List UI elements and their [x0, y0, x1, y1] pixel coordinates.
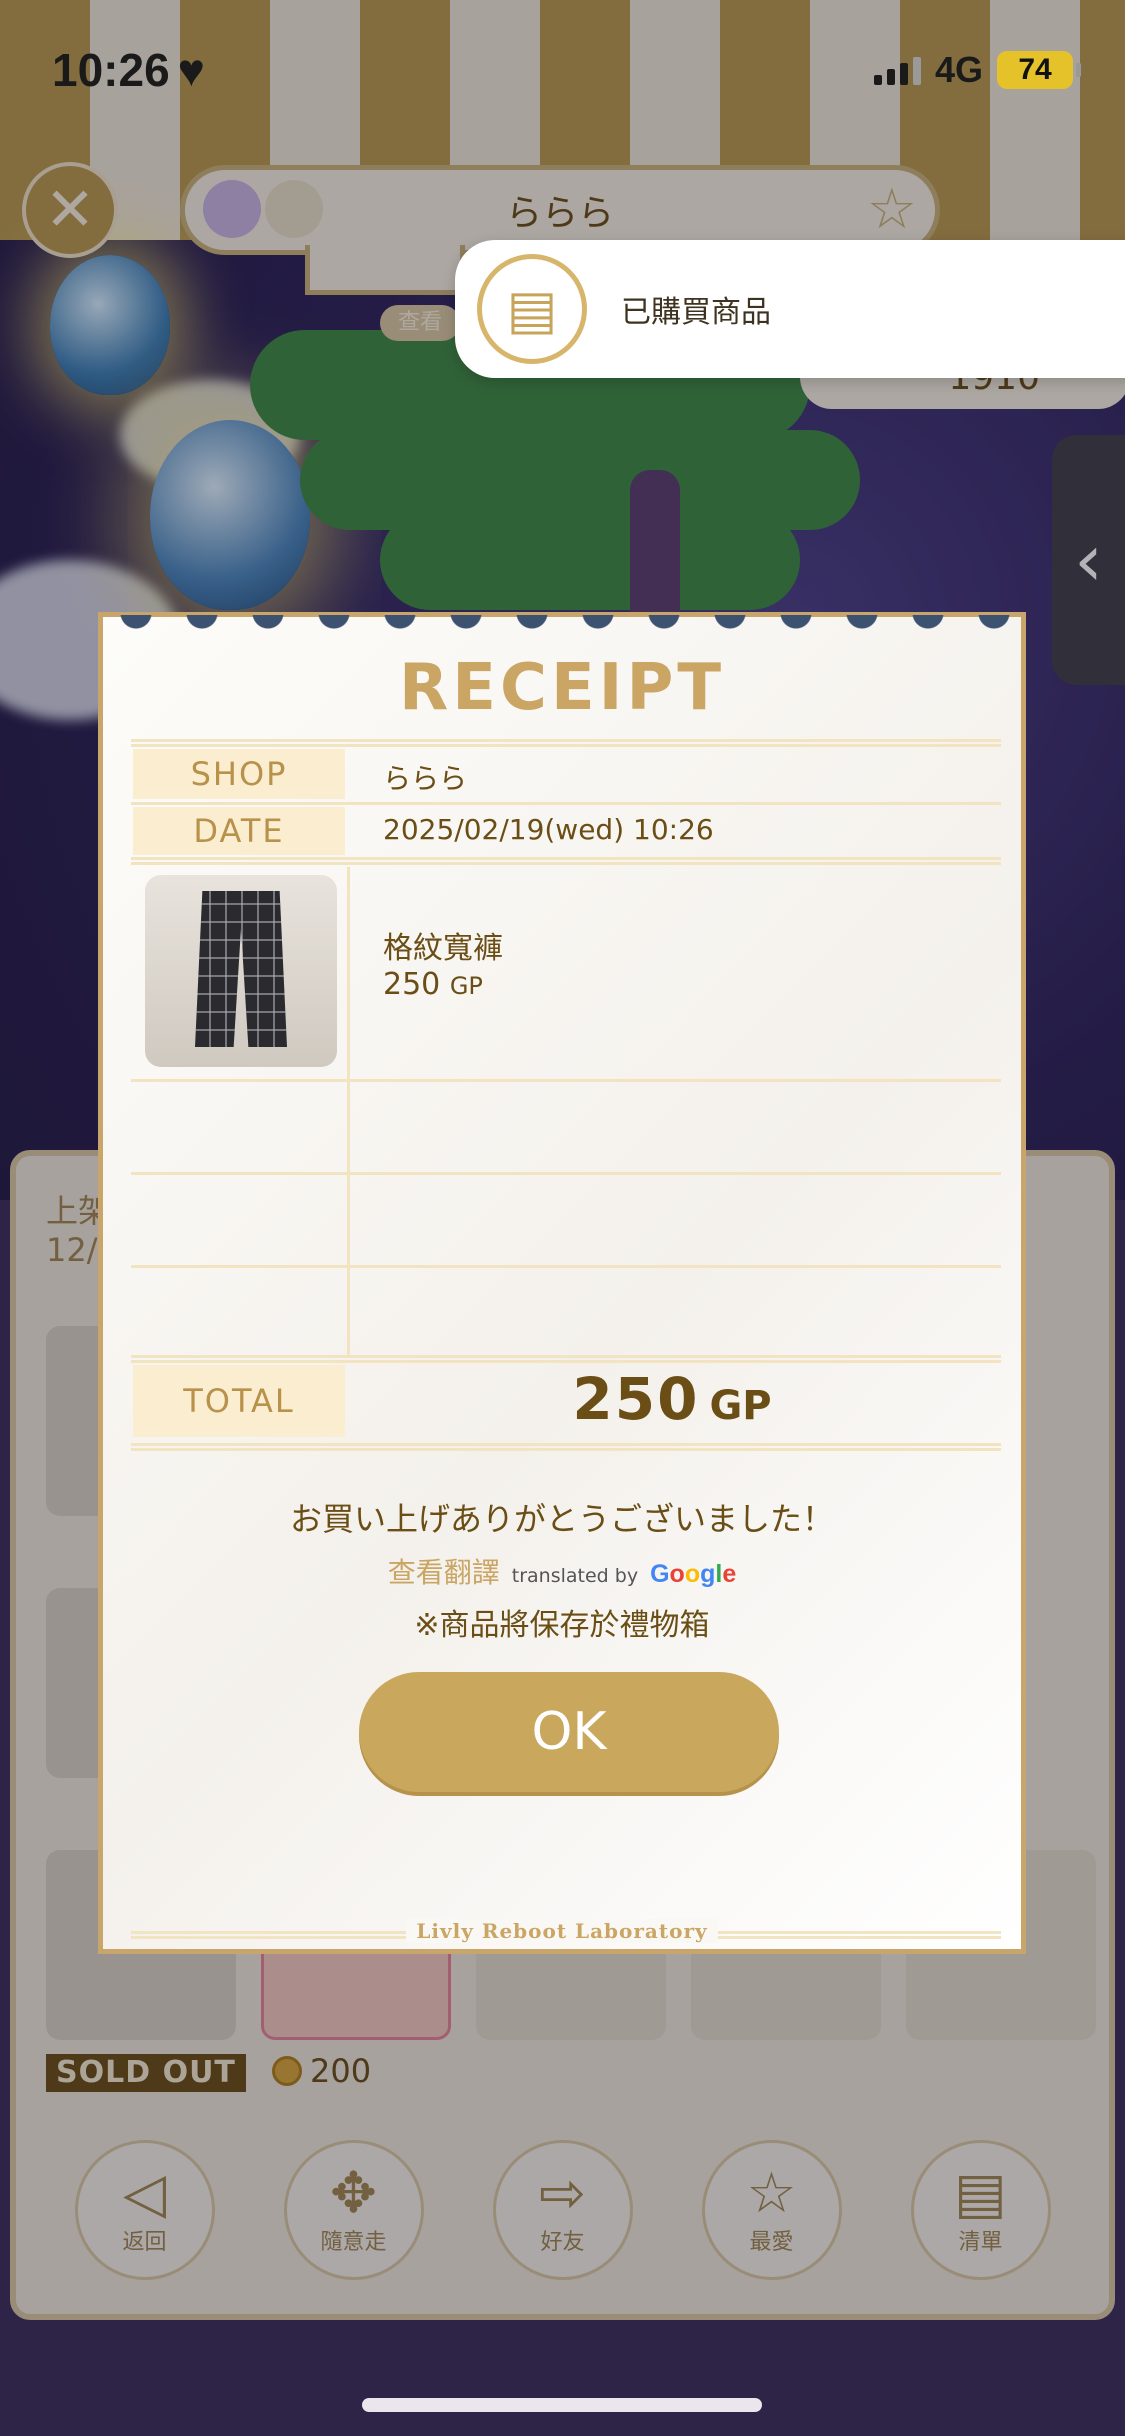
divider	[131, 1355, 1001, 1363]
date-value: 2025/02/19(wed) 10:26	[383, 813, 714, 846]
divider	[131, 857, 1001, 865]
item-name: 格紋寬褲	[383, 931, 503, 966]
column-divider	[347, 867, 350, 1357]
battery-level: 74	[1018, 53, 1052, 86]
clock-text: 10:26	[52, 44, 170, 96]
item-price-line: 250 GP	[383, 967, 483, 1002]
total-unit: GP	[709, 1383, 772, 1429]
divider	[131, 1265, 1001, 1268]
total-value: 250	[572, 1365, 700, 1433]
item-price-value: 250	[383, 967, 441, 1002]
receipt-icon: ▤	[477, 254, 587, 364]
thank-you-message: お買い上げありがとうございました！	[289, 1500, 834, 1538]
brand-text: Livly Reboot Laboratory	[406, 1919, 718, 1943]
toast-message: 已購買商品	[621, 295, 771, 330]
home-indicator[interactable]	[362, 2398, 762, 2412]
item-price-unit: GP	[449, 972, 483, 1000]
google-logo: Google	[650, 1560, 737, 1588]
status-time: 10:26 ♥	[52, 43, 205, 97]
receipt-title: RECEIPT	[398, 651, 726, 725]
view-translation-link[interactable]: 查看翻譯	[388, 1551, 500, 1591]
plaid-pants-image	[195, 891, 287, 1047]
network-type: 4G	[934, 49, 983, 90]
item-thumbnail	[145, 875, 337, 1067]
receipt-scalloped-edge	[103, 615, 1021, 645]
heart-icon: ♥	[177, 44, 205, 96]
ok-button[interactable]: OK	[359, 1672, 779, 1792]
divider	[131, 739, 1001, 747]
divider	[131, 1172, 1001, 1175]
status-bar: 10:26 ♥ 4G 74	[0, 0, 1125, 140]
divider	[131, 1079, 1001, 1082]
divider	[131, 1443, 1001, 1451]
gift-box-note: ※商品將保存於禮物箱	[414, 1608, 710, 1643]
date-label: DATE	[133, 807, 345, 855]
translated-by-text: translated by	[511, 1565, 639, 1587]
status-indicators: 4G 74	[873, 49, 1081, 91]
total-amount: 250 GP	[347, 1365, 997, 1437]
divider	[131, 802, 1001, 805]
purchase-toast: ▤ 已購買商品	[455, 240, 1125, 378]
shop-label: SHOP	[133, 749, 345, 799]
cellular-signal-icon	[873, 55, 921, 85]
footer-brand: Livly Reboot Laboratory	[103, 1919, 1021, 1943]
receipt-dialog: RECEIPT SHOP ららら DATE 2025/02/19(wed) 10…	[98, 612, 1026, 1954]
total-label: TOTAL	[133, 1365, 345, 1437]
translation-row: 查看翻譯 translated by Google	[103, 1551, 1021, 1591]
battery-icon: 74	[997, 51, 1081, 89]
shop-value: ららら	[383, 762, 468, 795]
